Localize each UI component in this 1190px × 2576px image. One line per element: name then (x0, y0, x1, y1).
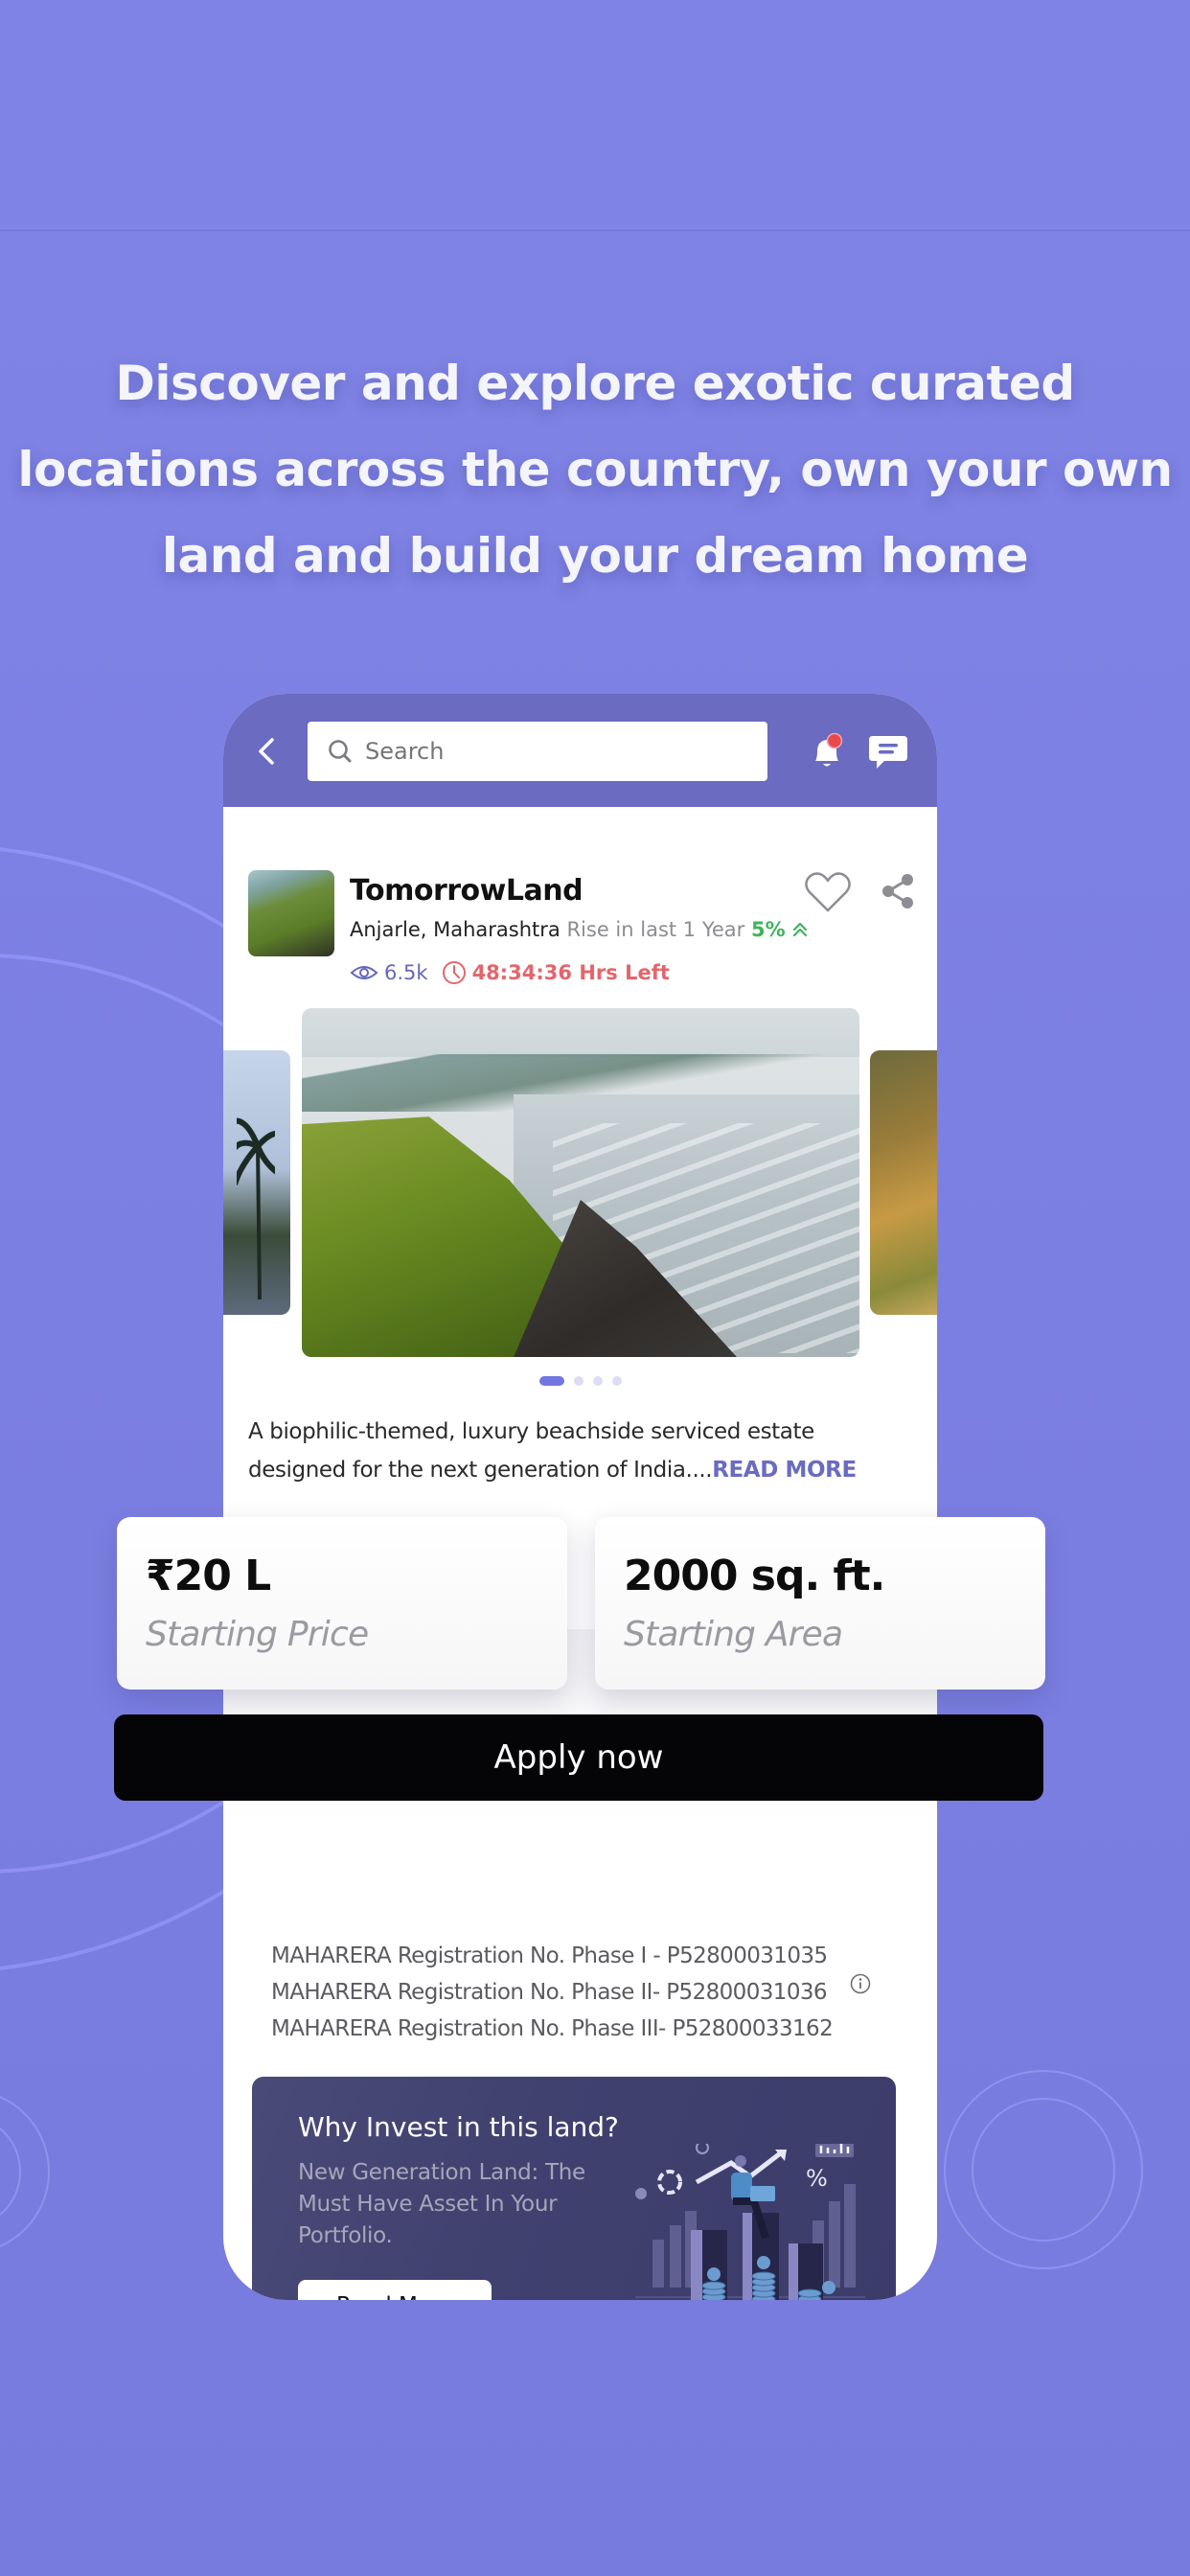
search-bar[interactable] (308, 722, 767, 781)
starting-price-label: Starting Price (146, 1615, 369, 1654)
headline-line: locations across the country, own your o… (17, 442, 1173, 497)
listing-description: A biophilic-themed, luxury beachside ser… (248, 1413, 909, 1489)
registration-item: MAHARERA Registration No. Phase I - P528… (271, 1944, 828, 1968)
notification-badge (826, 732, 843, 749)
registration-item: MAHARERA Registration No. Phase II- P528… (271, 1980, 828, 2005)
view-count: 6.5k (384, 961, 428, 984)
why-invest-card: Why Invest in this land? New Generation … (252, 2077, 896, 2300)
listing-thumbnail[interactable] (248, 870, 334, 956)
invest-subtitle: New Generation Land: The Must Have Asset… (298, 2160, 585, 2248)
invest-title: Why Invest in this land? (298, 2111, 619, 2143)
listing-location: Anjarle, Maharashtra (350, 918, 561, 941)
pagination-dot-active[interactable] (538, 1376, 564, 1386)
notification-bell-icon[interactable] (808, 732, 846, 772)
clock-icon (442, 961, 466, 984)
read-more-button[interactable]: Read More (298, 2280, 492, 2300)
starting-price-card: ₹20 L Starting Price (117, 1517, 567, 1690)
share-icon[interactable] (881, 872, 915, 910)
svg-text:%: % (806, 2165, 828, 2192)
countdown-timer: 48:34:36 Hrs Left (471, 961, 670, 984)
info-icon[interactable] (850, 1973, 871, 1994)
top-divider (0, 230, 1190, 231)
back-arrow-icon[interactable] (248, 732, 286, 770)
carousel-pagination (223, 1376, 937, 1386)
starting-area-card: 2000 sq. ft. Starting Area (595, 1517, 1045, 1690)
palm-tree-image (237, 1117, 275, 1300)
double-chevron-up-icon (793, 922, 808, 937)
decorative-ring (972, 2098, 1115, 2242)
search-icon (329, 740, 352, 763)
starting-area-value: 2000 sq. ft. (624, 1552, 885, 1600)
starting-price-value: ₹20 L (146, 1552, 271, 1600)
read-more-link[interactable]: READ MORE (712, 1458, 857, 1483)
eye-icon (350, 966, 378, 979)
carousel-slide-active[interactable] (302, 1008, 859, 1357)
pagination-dot[interactable] (592, 1376, 603, 1386)
headline-line: Discover and explore exotic curated (115, 356, 1075, 411)
heart-icon[interactable] (804, 870, 852, 914)
apply-now-button[interactable]: Apply now (114, 1714, 1043, 1801)
rise-value: 5% (751, 918, 786, 941)
pagination-dot[interactable] (573, 1376, 584, 1386)
image-carousel[interactable] (223, 1008, 937, 1363)
carousel-slide-next[interactable] (870, 1050, 937, 1315)
carousel-slide-previous[interactable] (223, 1050, 290, 1315)
search-input[interactable] (365, 738, 748, 765)
registration-item: MAHARERA Registration No. Phase III- P52… (271, 2016, 834, 2041)
chat-icon[interactable] (867, 730, 909, 774)
listing-location-line: Anjarle, Maharashtra Rise in last 1 Year… (350, 918, 809, 941)
pagination-dot[interactable] (611, 1376, 622, 1386)
investment-illustration: % (635, 2144, 865, 2300)
registration-list: MAHARERA Registration No. Phase I - P528… (271, 1938, 834, 2047)
rise-label: Rise in last 1 Year (566, 918, 745, 941)
app-header (223, 694, 937, 807)
phone-mockup: TomorrowLand Anjarle, Maharashtra Rise i… (223, 694, 937, 2300)
listing-title: TomorrowLand (350, 874, 584, 908)
hero-headline: Discover and explore exotic curated loca… (0, 340, 1190, 599)
starting-area-label: Starting Area (624, 1615, 843, 1654)
listing-meta-line: 6.5k 48:34:36 Hrs Left (350, 960, 670, 985)
headline-line: land and build your dream home (161, 528, 1029, 584)
